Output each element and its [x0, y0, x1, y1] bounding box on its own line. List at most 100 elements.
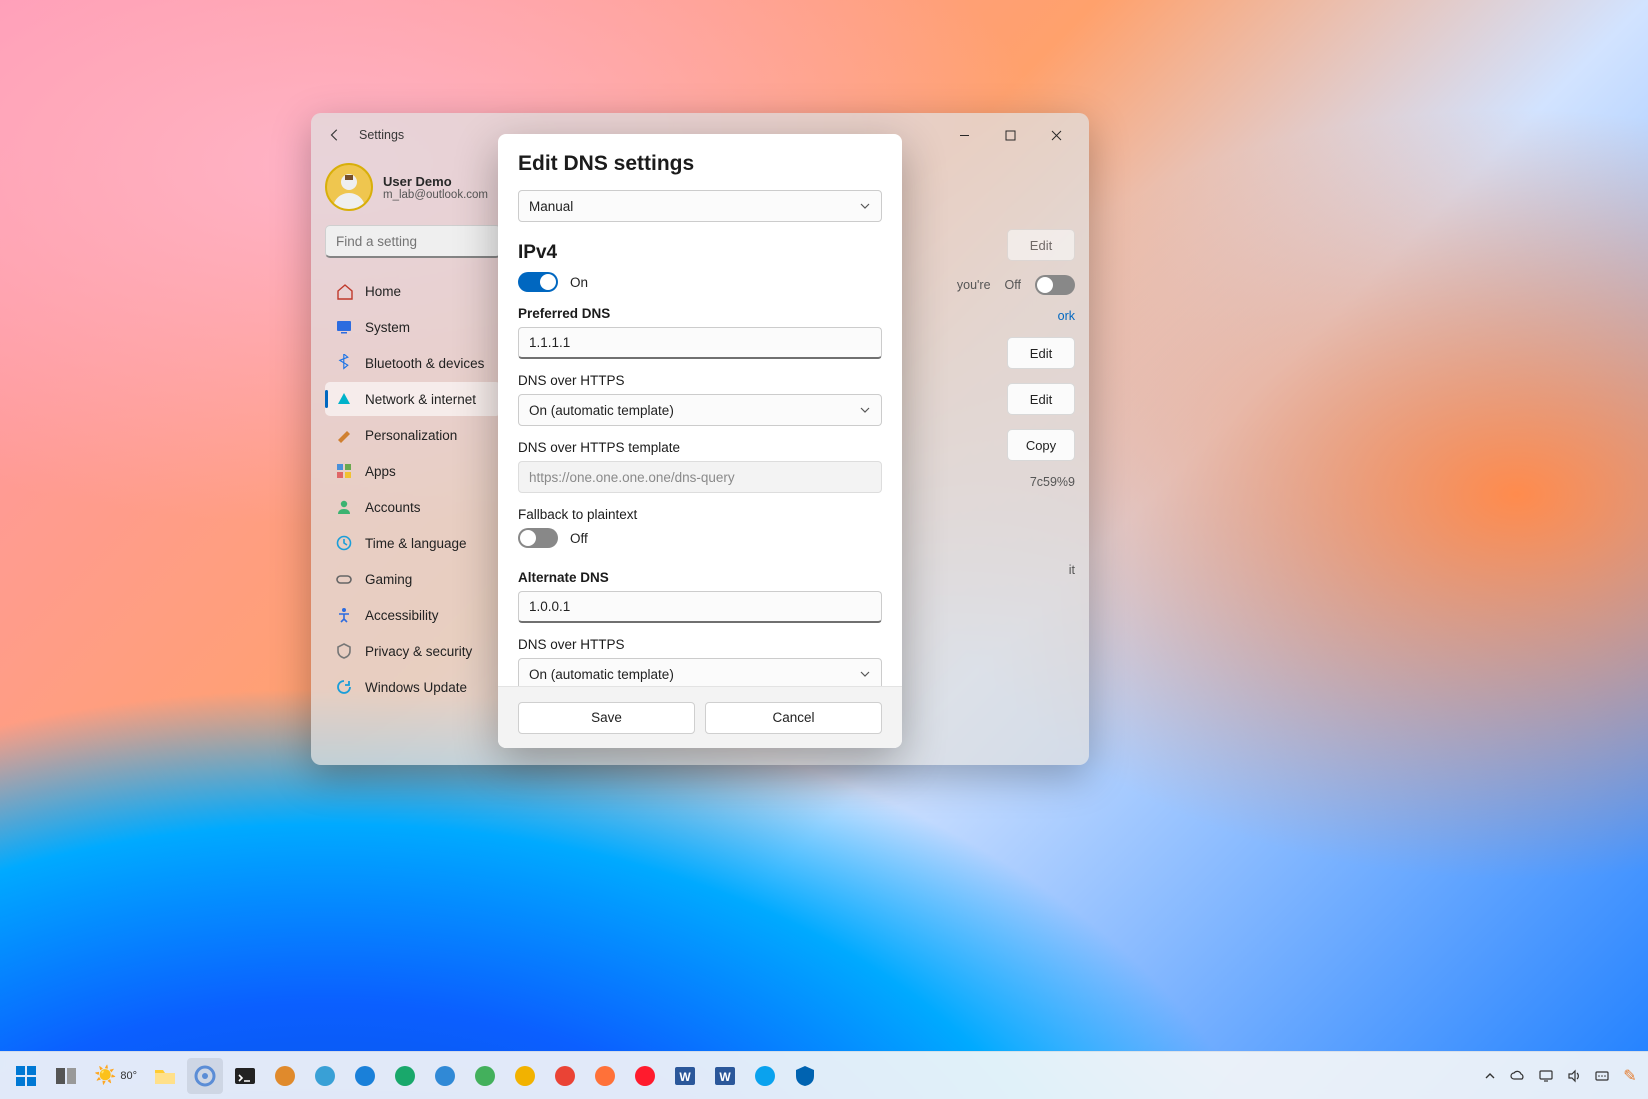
dialog-footer: Save Cancel: [498, 686, 902, 748]
sidebar-item-personalization[interactable]: Personalization: [325, 418, 501, 452]
chevron-down-icon: [859, 200, 871, 212]
chevron-down-icon: [859, 668, 871, 680]
edit-button[interactable]: Edit: [1007, 229, 1075, 261]
preferred-dns-input[interactable]: 1.1.1.1: [518, 327, 882, 359]
sidebar-item-bluetooth[interactable]: Bluetooth & devices: [325, 346, 501, 380]
sidebar-item-label: Home: [365, 284, 401, 299]
network-tray-icon[interactable]: [1536, 1066, 1556, 1086]
taskbar-firefox[interactable]: [587, 1058, 623, 1094]
sidebar-item-gaming[interactable]: Gaming: [325, 562, 501, 596]
apps-icon: [335, 462, 353, 480]
ipv4-heading: IPv4: [518, 242, 882, 264]
sidebar-item-accessibility[interactable]: Accessibility: [325, 598, 501, 632]
taskbar: ☀️80° W W ✎: [0, 1051, 1648, 1099]
edit-button[interactable]: Edit: [1007, 383, 1075, 415]
sidebar-item-label: Network & internet: [365, 392, 476, 407]
taskbar-edge-canary[interactable]: [387, 1058, 423, 1094]
gaming-icon: [335, 570, 353, 588]
sidebar-item-system[interactable]: System: [325, 310, 501, 344]
sidebar-item-label: Time & language: [365, 536, 467, 551]
taskbar-start[interactable]: [8, 1058, 44, 1094]
accounts-icon: [335, 498, 353, 516]
taskbar-screen[interactable]: [747, 1058, 783, 1094]
sidebar-item-label: Bluetooth & devices: [365, 356, 484, 371]
dialog-title: Edit DNS settings: [518, 152, 882, 176]
doh-template-label: DNS over HTTPS template: [518, 440, 882, 455]
doh-template-value: https://one.one.one.one/dns-query: [529, 470, 735, 485]
bg-link[interactable]: ork: [1058, 309, 1075, 323]
taskbar-file-explorer[interactable]: [147, 1058, 183, 1094]
copy-button[interactable]: Copy: [1007, 429, 1075, 461]
taskbar-security[interactable]: [787, 1058, 823, 1094]
onedrive-icon[interactable]: [1508, 1066, 1528, 1086]
preferred-dns-label: Preferred DNS: [518, 306, 882, 321]
fallback-toggle-state: Off: [570, 531, 588, 546]
taskbar-settings[interactable]: [187, 1058, 223, 1094]
taskbar-opera[interactable]: [627, 1058, 663, 1094]
taskbar-word[interactable]: W: [667, 1058, 703, 1094]
taskbar-terminal[interactable]: [227, 1058, 263, 1094]
home-icon: [335, 282, 353, 300]
network-icon: [335, 390, 353, 408]
input-indicator-icon[interactable]: [1592, 1066, 1612, 1086]
time-icon: [335, 534, 353, 552]
sidebar-item-label: Windows Update: [365, 680, 467, 695]
sidebar-item-apps[interactable]: Apps: [325, 454, 501, 488]
taskbar-store[interactable]: [347, 1058, 383, 1094]
system-icon: [335, 318, 353, 336]
off-label: Off: [1005, 278, 1021, 292]
fallback-label: Fallback to plaintext: [518, 507, 882, 522]
sidebar-item-label: System: [365, 320, 410, 335]
sidebar-item-label: Accounts: [365, 500, 421, 515]
alternate-dns-input[interactable]: 1.0.0.1: [518, 591, 882, 623]
alternate-dns-value: 1.0.0.1: [529, 599, 570, 614]
sidebar-item-privacy[interactable]: Privacy & security: [325, 634, 501, 668]
fallback-toggle[interactable]: [518, 528, 558, 548]
cancel-button[interactable]: Cancel: [705, 702, 882, 734]
svg-text:W: W: [679, 1070, 691, 1084]
volume-icon[interactable]: [1564, 1066, 1584, 1086]
sidebar-item-time[interactable]: Time & language: [325, 526, 501, 560]
taskbar-word2[interactable]: W: [707, 1058, 743, 1094]
taskbar-edge-beta[interactable]: [427, 1058, 463, 1094]
sidebar-item-label: Apps: [365, 464, 396, 479]
snipping-tool-icon[interactable]: ✎: [1620, 1066, 1640, 1086]
taskbar-weather[interactable]: ☀️80°: [88, 1065, 143, 1086]
ipv4-toggle-state: On: [570, 275, 588, 290]
edit-dns-dialog: Edit DNS settings Manual IPv4 On Preferr…: [498, 134, 902, 748]
doh-select[interactable]: On (automatic template): [518, 394, 882, 426]
taskbar-edge-dev[interactable]: [467, 1058, 503, 1094]
metered-toggle[interactable]: [1035, 275, 1075, 295]
tray-chevron-icon[interactable]: [1480, 1066, 1500, 1086]
dns-mode-value: Manual: [529, 199, 573, 214]
doh2-value: On (automatic template): [529, 667, 674, 682]
taskbar-powertoys[interactable]: [267, 1058, 303, 1094]
bg-text: you're: [957, 278, 991, 292]
sidebar-item-label: Personalization: [365, 428, 457, 443]
edit-button[interactable]: Edit: [1007, 337, 1075, 369]
sidebar-item-home[interactable]: Home: [325, 274, 501, 308]
sidebar-item-label: Privacy & security: [365, 644, 472, 659]
sidebar-item-update[interactable]: Windows Update: [325, 670, 501, 704]
dns-mode-select[interactable]: Manual: [518, 190, 882, 222]
doh-label: DNS over HTTPS: [518, 373, 882, 388]
sidebar-item-label: Accessibility: [365, 608, 439, 623]
taskbar-paint3d[interactable]: [307, 1058, 343, 1094]
dialog-body: Edit DNS settings Manual IPv4 On Preferr…: [498, 134, 902, 686]
accessibility-icon: [335, 606, 353, 624]
doh-value: On (automatic template): [529, 403, 674, 418]
privacy-icon: [335, 642, 353, 660]
taskbar-apps: ☀️80° W W: [8, 1058, 823, 1094]
taskbar-edge[interactable]: [507, 1058, 543, 1094]
bg-text: 7c59%9: [1030, 475, 1075, 489]
ipv4-toggle[interactable]: [518, 272, 558, 292]
doh2-label: DNS over HTTPS: [518, 637, 882, 652]
sidebar-item-network[interactable]: Network & internet: [325, 382, 501, 416]
doh-template-input[interactable]: https://one.one.one.one/dns-query: [518, 461, 882, 493]
chevron-down-icon: [859, 404, 871, 416]
doh2-select[interactable]: On (automatic template): [518, 658, 882, 686]
taskbar-task-view[interactable]: [48, 1058, 84, 1094]
sidebar-item-accounts[interactable]: Accounts: [325, 490, 501, 524]
taskbar-chrome[interactable]: [547, 1058, 583, 1094]
save-button[interactable]: Save: [518, 702, 695, 734]
